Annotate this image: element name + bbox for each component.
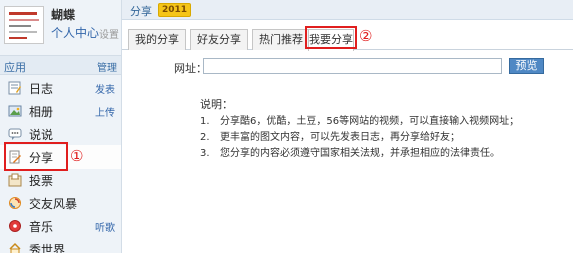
sidebar-item-show-world[interactable]: 秀世界 <box>0 237 121 253</box>
apps-section-title: 应用 <box>4 61 26 74</box>
sidebar: 蝴蝶 个人中心 设置 应用 管理 日志 发表 相册 上传 说说 分享 投票 交友… <box>0 0 122 253</box>
sidebar-item-label: 相册 <box>29 105 54 119</box>
sidebar-item-label: 音乐 <box>29 220 54 234</box>
annotation-box-share <box>4 142 68 171</box>
tab-hot-recommend[interactable]: 热门推荐 <box>252 29 310 50</box>
user-profile: 蝴蝶 个人中心 设置 <box>0 0 121 52</box>
tab-my-shares[interactable]: 我的分享 <box>128 29 186 50</box>
sidebar-item-blog[interactable]: 日志 发表 <box>0 76 121 100</box>
personal-center-link[interactable]: 个人中心 <box>51 24 99 41</box>
note-text: 更丰富的图文内容，可以先发表日志，再分享给好友； <box>220 132 460 143</box>
year-badge: 2011 <box>158 3 192 17</box>
publish-blog-link[interactable]: 发表 <box>95 81 115 96</box>
annotation-box-share-tab <box>305 26 357 49</box>
manage-apps-link[interactable]: 管理 <box>97 59 117 74</box>
note-number: 2. <box>200 132 210 143</box>
annotation-marker-1: ① <box>70 147 84 165</box>
url-input[interactable] <box>203 58 502 74</box>
sidebar-item-label: 交友风暴 <box>29 197 78 211</box>
listen-music-link[interactable]: 听歌 <box>95 219 115 234</box>
tab-friends-shares[interactable]: 好友分享 <box>190 29 248 50</box>
vote-icon <box>8 173 22 187</box>
sidebar-item-label: 投票 <box>29 174 54 188</box>
sidebar-item-music[interactable]: 音乐 听歌 <box>0 214 121 238</box>
note-text: 您分享的内容必须遵守国家相关法规，并承担相应的法律责任。 <box>220 148 500 159</box>
photo-album-icon <box>8 104 22 118</box>
note-item: 3. 您分享的内容必须遵守国家相关法规，并承担相应的法律责任。 <box>200 144 500 159</box>
avatar[interactable] <box>4 6 44 44</box>
blog-icon <box>8 81 22 95</box>
annotation-marker-2: ② <box>359 27 373 45</box>
sidebar-item-label: 秀世界 <box>29 243 66 253</box>
user-name[interactable]: 蝴蝶 <box>51 6 75 23</box>
friends-storm-icon <box>8 196 22 210</box>
music-icon <box>8 219 22 233</box>
page-header: 分享 2011 <box>122 0 573 20</box>
note-item: 2. 更丰富的图文内容，可以先发表日志，再分享给好友； <box>200 128 460 143</box>
preview-button[interactable]: 预览 <box>509 58 544 74</box>
apps-section-header: 应用 管理 <box>0 55 121 75</box>
sidebar-item-friends-storm[interactable]: 交友风暴 <box>0 191 121 215</box>
speech-bubble-icon <box>8 127 22 141</box>
note-number: 1. <box>200 116 210 127</box>
sidebar-item-vote[interactable]: 投票 <box>0 168 121 192</box>
notes-title: 说明： <box>200 98 233 111</box>
sidebar-item-photos[interactable]: 相册 上传 <box>0 99 121 123</box>
note-number: 3. <box>200 148 210 159</box>
note-item: 1. 分享酷6，优酷，土豆，56等网站的视频，可以直接输入视频网址； <box>200 112 519 127</box>
note-text: 分享酷6，优酷，土豆，56等网站的视频，可以直接输入视频网址； <box>220 116 520 127</box>
page-title: 分享 <box>130 5 152 18</box>
show-world-icon <box>8 242 22 253</box>
settings-link[interactable]: 设置 <box>99 26 119 41</box>
sidebar-item-label: 说说 <box>29 128 54 142</box>
upload-photo-link[interactable]: 上传 <box>95 104 115 119</box>
sidebar-item-label: 日志 <box>29 82 54 96</box>
